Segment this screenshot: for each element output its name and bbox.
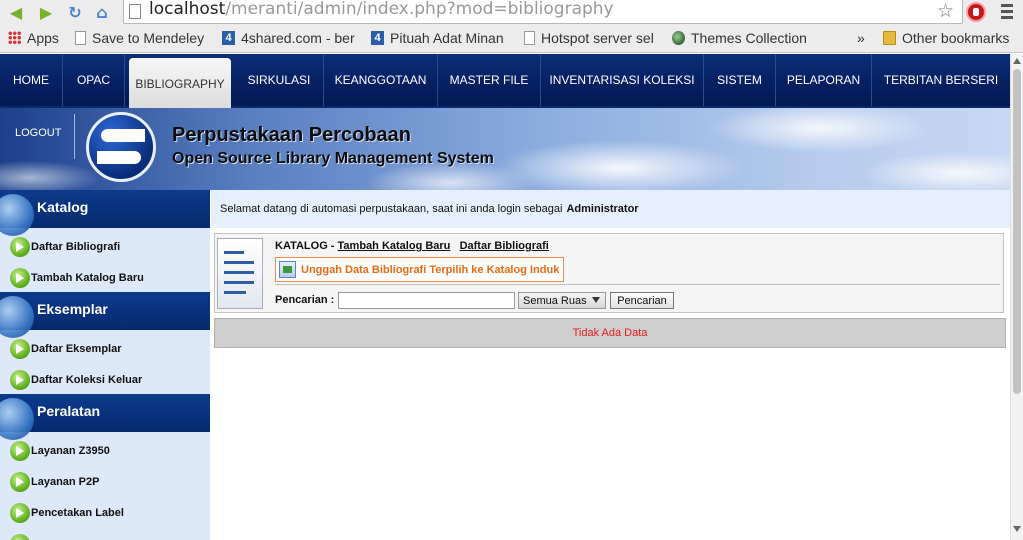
arrow-right-icon [10,338,30,359]
welcome-message: Selamat datang di automasi perpustakaan,… [211,190,1010,228]
site-subtitle: Open Source Library Management System [172,150,494,167]
divider [74,114,75,159]
bookmark-themes[interactable]: Themes Collection [672,30,812,46]
page-icon [524,31,535,45]
sidebar-section-peralatan: Peralatan [0,394,210,440]
sidebar-item-daftar-eksemplar[interactable]: Daftar Eksemplar [0,333,210,364]
bookmarks-more-button[interactable]: » [857,30,865,46]
reload-icon[interactable]: ↻ [65,2,85,22]
nav-sistem[interactable]: SISTEM [704,54,776,106]
document-icon [217,238,263,309]
logged-in-user: Administrator [566,203,639,215]
bookmark-star-icon[interactable]: ☆ [937,0,954,22]
divider [275,284,1000,285]
page-icon [129,4,141,19]
nav-inventarisasi[interactable]: INVENTARISASI KOLEKSI [541,54,704,106]
sidebar-item-p2p[interactable]: Layanan P2P [0,466,210,497]
arrow-right-icon [10,236,30,257]
search-input[interactable] [338,292,515,309]
page-icon [75,31,86,45]
sidebar-item-koleksi-keluar[interactable]: Daftar Koleksi Keluar [0,364,210,395]
globe-icon [0,194,34,236]
nav-home[interactable]: HOME [0,54,63,106]
folder-icon [883,31,896,45]
nav-sirkulasi[interactable]: SIRKULASI [235,54,324,106]
header-banner: LOGOUT Perpustakaan Percobaan Open Sourc… [0,108,1010,190]
sidebar-item-pencetakan-label[interactable]: Pencetakan Label [0,497,210,528]
scroll-down-icon[interactable] [1013,526,1021,532]
bookmark-apps[interactable]: Apps [8,30,68,46]
sidebar-item-z3950[interactable]: Layanan Z3950 [0,435,210,466]
apps-icon [8,31,21,45]
upload-icon [279,261,296,278]
url-text[interactable]: localhost/meranti/admin/index.php?mod=bi… [149,0,614,19]
bibliography-list-link[interactable]: Daftar Bibliografi [460,240,549,252]
bookmark-mendeley[interactable]: Save to Mendeley [75,30,215,46]
4shared-icon: 4 [222,31,235,45]
bookmark-pituah[interactable]: 4 Pituah Adat Minan [371,30,511,46]
scroll-thumb[interactable] [1013,69,1021,394]
sidebar-section-eksemplar: Eksemplar [0,292,210,338]
search-field-select[interactable]: Semua Ruas [518,292,606,309]
main-nav: HOME OPAC BIBLIOGRAPHY SIRKULASI KEANGGO… [0,54,1010,109]
globe-icon [0,398,34,440]
empty-results: Tidak Ada Data [214,318,1006,348]
bookmarks-bar: Apps Save to Mendeley 4 4shared.com - ber… [0,27,1023,53]
search-label: Pencarian : [275,294,335,306]
other-bookmarks[interactable]: Other bookmarks [883,30,1019,46]
arrow-right-icon [10,533,30,540]
arrow-right-icon [10,502,30,523]
arrow-right-icon [10,471,30,492]
add-catalog-link[interactable]: Tambah Katalog Baru [338,240,451,252]
panel-title: KATALOG - Tambah Katalog Baru Daftar Bib… [275,240,549,252]
browser-menu-icon[interactable] [1001,4,1013,20]
arrow-right-icon [10,369,30,390]
nav-terbitan-berseri[interactable]: TERBITAN BERSERI [872,54,1010,106]
browser-toolbar: ◀ ▶ ↻ ⌂ localhost/meranti/admin/index.ph… [0,0,1023,27]
scroll-up-icon[interactable] [1013,58,1021,64]
sidebar-section-katalog: Katalog [0,190,210,236]
sidebar-item-tambah-katalog[interactable]: Tambah Katalog Baru [0,262,210,293]
upload-to-union-catalog-button[interactable]: Unggah Data Bibliografi Terpilih ke Kata… [275,257,564,282]
sidebar: Katalog Daftar Bibliografi Tambah Katalo… [0,190,210,540]
logout-link[interactable]: LOGOUT [15,127,61,139]
theme-icon [672,31,685,45]
nav-opac[interactable]: OPAC [63,54,125,106]
logo [86,112,156,182]
catalog-panel: KATALOG - Tambah Katalog Baru Daftar Bib… [214,233,1004,313]
site-title: Perpustakaan Percobaan [172,124,411,146]
home-icon[interactable]: ⌂ [92,2,112,22]
arrow-right-icon [10,267,30,288]
bookmark-hotspot[interactable]: Hotspot server sel [524,30,660,46]
globe-icon [0,296,34,338]
nav-bibliography[interactable]: BIBLIOGRAPHY [129,58,231,109]
forward-button[interactable]: ▶ [36,2,56,22]
nav-pelaporan[interactable]: PELAPORAN [776,54,872,106]
extension-icon[interactable] [966,2,986,22]
page-scrollbar[interactable] [1010,54,1023,540]
arrow-right-icon [10,440,30,461]
chevron-down-icon [592,297,600,303]
sidebar-item-partial [0,528,210,540]
sidebar-item-daftar-bibliografi[interactable]: Daftar Bibliografi [0,231,210,262]
address-bar[interactable]: localhost/meranti/admin/index.php?mod=bi… [123,0,963,24]
back-button[interactable]: ◀ [6,2,26,22]
nav-keanggotaan[interactable]: KEANGGOTAAN [324,54,438,106]
4shared-icon: 4 [371,31,384,45]
bookmark-4shared[interactable]: 4 4shared.com - ber [222,30,362,46]
search-button[interactable]: Pencarian [610,292,674,309]
nav-master-file[interactable]: MASTER FILE [438,54,541,106]
